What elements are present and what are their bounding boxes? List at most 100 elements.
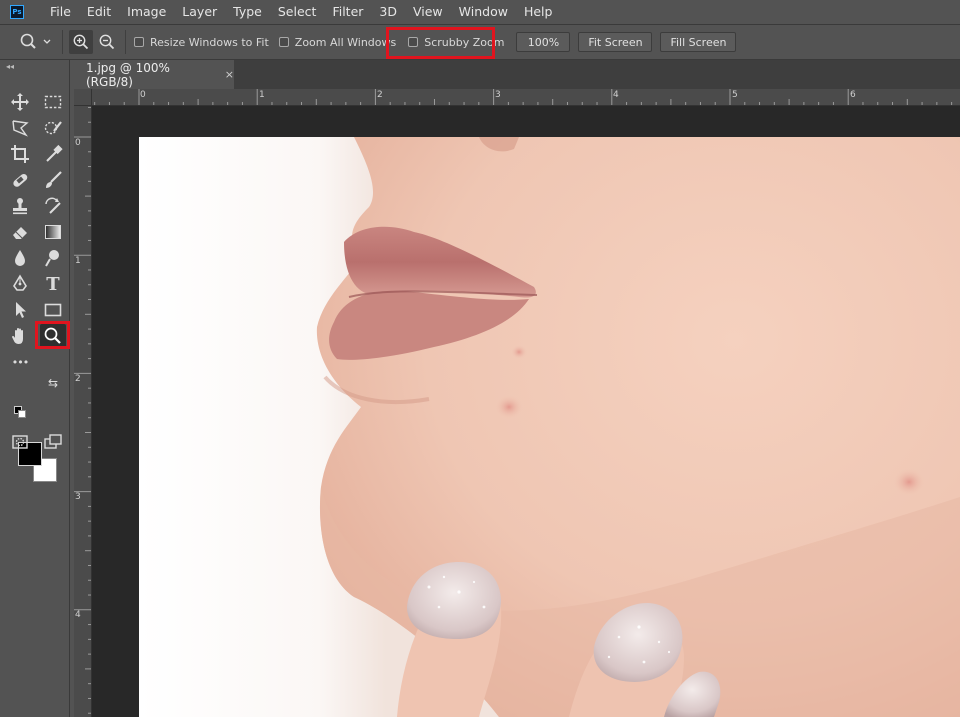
pen-icon bbox=[13, 274, 27, 291]
ruler-left-label: 1 bbox=[75, 256, 81, 266]
rectangle-tool[interactable] bbox=[40, 298, 66, 322]
ruler-top-label: 0 bbox=[140, 90, 146, 100]
menu-filter[interactable]: Filter bbox=[324, 0, 371, 24]
fill-screen-button[interactable]: Fill Screen bbox=[660, 32, 737, 52]
options-bar: Resize Windows to Fit Zoom All Windows S… bbox=[0, 24, 960, 60]
clone-stamp-tool[interactable] bbox=[7, 194, 33, 218]
crop-tool[interactable] bbox=[7, 142, 33, 166]
options-separator bbox=[62, 30, 63, 54]
rectangular-marquee-icon bbox=[44, 95, 62, 109]
canvas-area[interactable] bbox=[92, 106, 960, 717]
ruler-top-label: 4 bbox=[613, 90, 619, 100]
eyedropper-tool[interactable] bbox=[40, 142, 66, 166]
ruler-left-label: 3 bbox=[75, 492, 81, 502]
menu-select[interactable]: Select bbox=[270, 0, 325, 24]
ruler-left-label: 0 bbox=[75, 138, 81, 148]
zoom-tool[interactable] bbox=[40, 324, 66, 348]
healing-brush-tool[interactable] bbox=[7, 168, 33, 192]
resize-windows-checkbox[interactable]: Resize Windows to Fit bbox=[134, 36, 269, 49]
checkbox-box[interactable] bbox=[408, 37, 419, 47]
tools-panel: ◂◂ T ••• ⇆ bbox=[0, 60, 70, 717]
horizontal-ruler-ticks bbox=[94, 89, 953, 105]
menu-3d[interactable]: 3D bbox=[371, 0, 405, 24]
document-tab-bar: 1.jpg @ 100% (RGB/8) × bbox=[74, 60, 960, 89]
scrubby-zoom-label: Scrubby Zoom bbox=[424, 35, 505, 49]
quick-mask-icon bbox=[12, 435, 28, 449]
vertical-ruler-ticks bbox=[74, 106, 91, 714]
photoshop-window: Ps File Edit Image Layer Type Select Fil… bbox=[0, 0, 960, 717]
zoom-out-icon bbox=[99, 34, 115, 50]
document-image[interactable] bbox=[139, 137, 960, 717]
fit-screen-button[interactable]: Fit Screen bbox=[578, 32, 653, 52]
gradient-icon bbox=[45, 225, 61, 239]
stamp-icon bbox=[13, 198, 27, 215]
magnifier-icon bbox=[44, 327, 61, 344]
eraser-tool[interactable] bbox=[7, 220, 33, 244]
swap-colors-icon[interactable]: ⇆ bbox=[44, 374, 62, 392]
menu-help[interactable]: Help bbox=[516, 0, 561, 24]
ruler-top-label: 6 bbox=[850, 90, 856, 100]
menu-window[interactable]: Window bbox=[451, 0, 516, 24]
hand-icon bbox=[12, 328, 23, 344]
menu-image[interactable]: Image bbox=[119, 0, 174, 24]
quick-selection-icon bbox=[44, 121, 62, 135]
lasso-tool[interactable] bbox=[7, 116, 33, 140]
type-tool[interactable]: T bbox=[40, 272, 66, 296]
gradient-tool[interactable] bbox=[40, 220, 66, 244]
zoom-in-icon bbox=[73, 34, 89, 50]
ruler-left-label: 2 bbox=[75, 374, 81, 384]
ruler-top-label: 2 bbox=[377, 90, 383, 100]
history-brush-tool[interactable] bbox=[40, 194, 66, 218]
path-selection-tool[interactable] bbox=[7, 298, 33, 322]
pointer-arrow-icon bbox=[16, 302, 26, 318]
menu-type[interactable]: Type bbox=[225, 0, 270, 24]
ruler-top-label: 1 bbox=[259, 90, 265, 100]
menu-bar: Ps File Edit Image Layer Type Select Fil… bbox=[0, 0, 960, 24]
zoom-100-button[interactable]: 100% bbox=[516, 32, 571, 52]
zoom-in-button[interactable] bbox=[69, 30, 93, 54]
default-colors-button[interactable] bbox=[13, 405, 27, 419]
checkbox-box[interactable] bbox=[134, 37, 144, 47]
eraser-icon bbox=[13, 227, 27, 239]
marquee-tool[interactable] bbox=[40, 90, 66, 114]
ruler-left-label: 4 bbox=[75, 610, 81, 620]
ruler-top-label: 5 bbox=[732, 90, 738, 100]
menu-edit[interactable]: Edit bbox=[79, 0, 119, 24]
zoom-all-windows-checkbox[interactable]: Zoom All Windows bbox=[278, 36, 396, 49]
collapse-panel-icon[interactable]: ◂◂ bbox=[6, 62, 14, 71]
close-tab-icon[interactable]: × bbox=[225, 68, 234, 81]
ruler-origin[interactable] bbox=[74, 89, 92, 106]
zoom-preset-icon bbox=[20, 33, 51, 49]
blur-tool[interactable] bbox=[7, 246, 33, 270]
pen-tool[interactable] bbox=[7, 272, 33, 296]
hand-tool[interactable] bbox=[7, 324, 33, 348]
dodge-tool[interactable] bbox=[40, 246, 66, 270]
history-brush-icon bbox=[45, 197, 61, 214]
menu-file[interactable]: File bbox=[42, 0, 79, 24]
zoom-out-button[interactable] bbox=[95, 30, 119, 54]
eyedropper-icon bbox=[46, 144, 63, 162]
rectangle-icon bbox=[44, 303, 62, 317]
resize-windows-label: Resize Windows to Fit bbox=[150, 35, 269, 49]
checkbox-box[interactable] bbox=[278, 37, 289, 47]
move-tool[interactable] bbox=[7, 90, 33, 114]
quick-mask-button[interactable] bbox=[7, 430, 33, 454]
tool-preset-picker[interactable] bbox=[14, 32, 58, 52]
document-tab[interactable]: 1.jpg @ 100% (RGB/8) × bbox=[74, 60, 234, 89]
move-icon bbox=[11, 93, 29, 111]
more-tools-button[interactable]: ••• bbox=[7, 350, 33, 374]
screen-mode-button[interactable] bbox=[40, 430, 66, 454]
dodge-icon bbox=[45, 250, 59, 267]
scrubby-zoom-checkbox[interactable]: Scrubby Zoom bbox=[408, 36, 504, 49]
menu-view[interactable]: View bbox=[405, 0, 451, 24]
vertical-ruler[interactable]: 0 1 2 3 4 bbox=[74, 106, 92, 717]
brush-tool[interactable] bbox=[40, 168, 66, 192]
default-colors-icon bbox=[14, 406, 26, 418]
document-tab-title: 1.jpg @ 100% (RGB/8) bbox=[86, 60, 170, 89]
brush-icon bbox=[46, 171, 62, 188]
horizontal-ruler[interactable]: 0 1 2 3 4 5 6 bbox=[92, 89, 960, 106]
menu-layer[interactable]: Layer bbox=[174, 0, 225, 24]
screen-mode-icon bbox=[44, 434, 62, 449]
photoshop-logo-icon: Ps bbox=[10, 5, 24, 19]
quick-selection-tool[interactable] bbox=[40, 116, 66, 140]
